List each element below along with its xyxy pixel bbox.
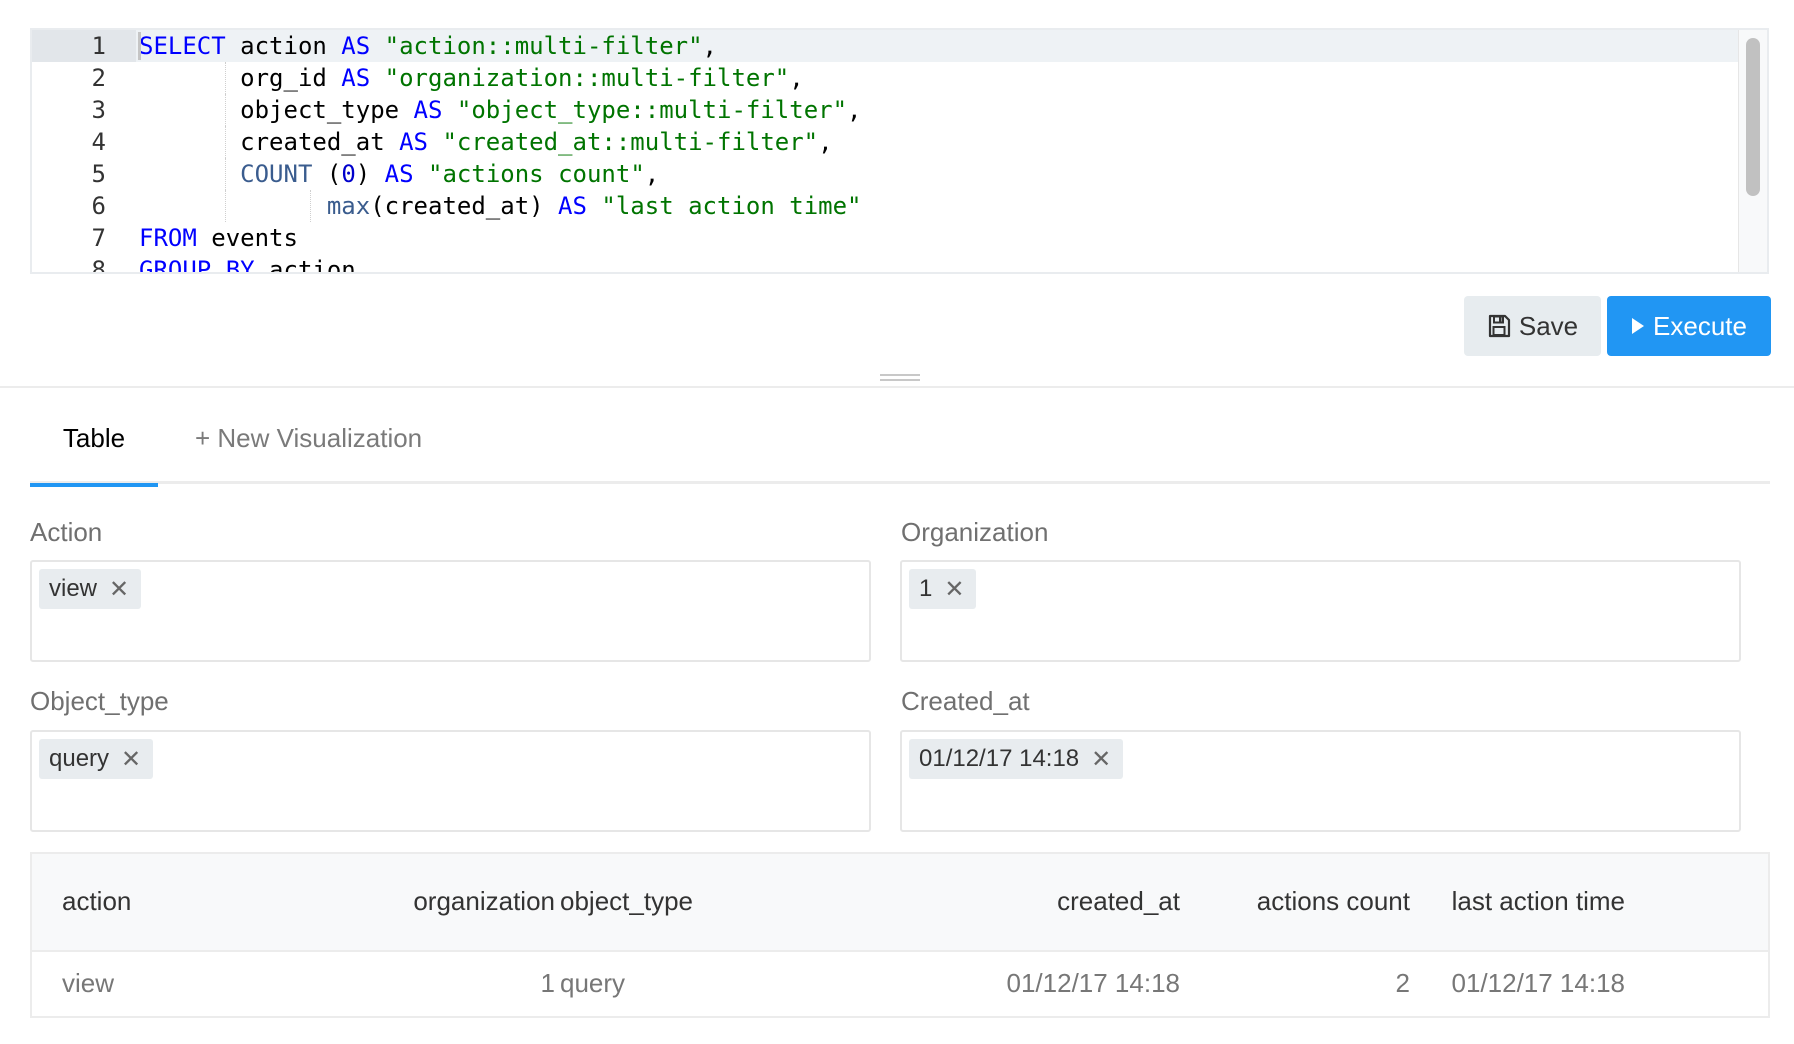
filter-label-organization: Organization [901,517,1049,547]
play-icon [1631,317,1645,335]
line-number: 8 [91,256,106,274]
filter-label-action: Action [30,517,103,547]
code-line[interactable]: 8 GROUP BY action [32,254,1740,274]
remove-chip-icon[interactable]: ✕ [1091,745,1111,774]
line-number: 5 [91,160,106,188]
execute-button-label: Execute [1653,310,1747,341]
cell-actions-count: 2 [1395,968,1410,998]
filter-chip-label: 01/12/17 14:18 [919,745,1080,772]
filter-input-created-at[interactable]: 01/12/17 14:18 ✕ [900,730,1741,832]
remove-chip-icon[interactable]: ✕ [109,575,129,604]
filter-chip: query ✕ [39,739,154,779]
code-text: created_at AS "created_at::multi-filter"… [139,128,833,156]
code-line[interactable]: 7 FROM events [32,222,1740,254]
column-header-organization[interactable]: organization [413,886,555,917]
panel-divider [0,386,1794,388]
table-header: action organization object_type created_… [32,854,1768,952]
editor-scrollbar[interactable] [1738,30,1767,272]
sql-editor[interactable]: 1 SELECT action AS "action::multi-filter"… [30,28,1769,274]
cell-created-at: 01/12/17 14:18 [1006,968,1181,998]
code-text: org_id AS "organization::multi-filter", [139,64,804,92]
floppy-disk-icon [1487,314,1511,338]
tab-table[interactable]: Table [30,400,158,487]
filter-label-created-at: Created_at [901,686,1030,716]
line-number: 7 [91,224,106,252]
tab-new-visualization[interactable]: + New Visualization [195,400,422,484]
filter-label-object-type: Object_type [30,686,169,716]
code-line[interactable]: 5 COUNT (0) AS "actions count", [32,158,1740,190]
indent-guide [225,158,226,190]
save-button-label: Save [1518,310,1579,341]
editor-scrollbar-thumb[interactable] [1746,38,1760,196]
filter-input-object-type[interactable]: query ✕ [30,730,871,832]
code-line[interactable]: 6 max(created_at) AS "last action time" [32,190,1740,222]
cell-object-type: query [560,968,626,998]
panel-resize-handle[interactable] [880,374,920,381]
results-table: action organization object_type created_… [30,852,1770,1018]
save-button[interactable]: Save [1464,296,1601,356]
column-header-actions-count[interactable]: actions count [1257,886,1410,917]
code-line[interactable]: 1 SELECT action AS "action::multi-filter"… [32,30,1740,62]
code-text: max(created_at) AS "last action time" [326,192,862,220]
code-line[interactable]: 4 created_at AS "created_at::multi-filte… [32,126,1740,158]
filter-input-action[interactable]: view ✕ [30,560,871,662]
indent-guide [225,190,226,222]
code-text: GROUP BY action [139,256,356,274]
line-number: 3 [91,96,106,124]
indent-guide [225,94,226,126]
execute-button[interactable]: Execute [1607,296,1771,356]
indent-guide [225,126,226,158]
column-header-object-type[interactable]: object_type [560,886,693,917]
text-cursor [138,32,141,60]
column-header-last-action-time[interactable]: last action time [1452,886,1625,917]
filter-chip-label: query [49,745,110,772]
filter-input-organization[interactable]: 1 ✕ [900,560,1741,662]
code-line[interactable]: 3 object_type AS "object_type::multi-fil… [32,94,1740,126]
visualization-tabs: Table + New Visualization [30,400,1770,487]
indent-guide [225,62,226,94]
filter-chip-label: view [49,575,98,602]
table-row: view 1 query 01/12/17 14:18 2 01/12/17 1… [32,952,1768,1016]
line-number: 2 [91,64,106,92]
filter-chip: view ✕ [39,569,142,609]
filter-chip: 01/12/17 14:18 ✕ [909,739,1124,779]
cell-action: view [62,968,115,998]
code-text: object_type AS "object_type::multi-filte… [139,96,862,124]
code-text: COUNT (0) AS "actions count", [240,160,660,188]
cell-organization: 1 [540,968,555,998]
line-number: 6 [91,192,106,220]
column-header-created-at[interactable]: created_at [1057,886,1180,917]
line-number: 1 [32,30,136,62]
filter-chip: 1 ✕ [909,569,977,609]
filter-chip-label: 1 [919,575,933,602]
remove-chip-icon[interactable]: ✕ [121,745,141,774]
indent-guide [310,190,311,222]
remove-chip-icon[interactable]: ✕ [944,575,964,604]
cell-last-action-time: 01/12/17 14:18 [1451,968,1626,998]
line-number: 4 [91,128,106,156]
code-line[interactable]: 2 org_id AS "organization::multi-filter"… [32,62,1740,94]
code-text: SELECT action AS "action::multi-filter", [139,32,717,60]
code-text: FROM events [139,224,298,252]
column-header-action[interactable]: action [62,886,131,917]
